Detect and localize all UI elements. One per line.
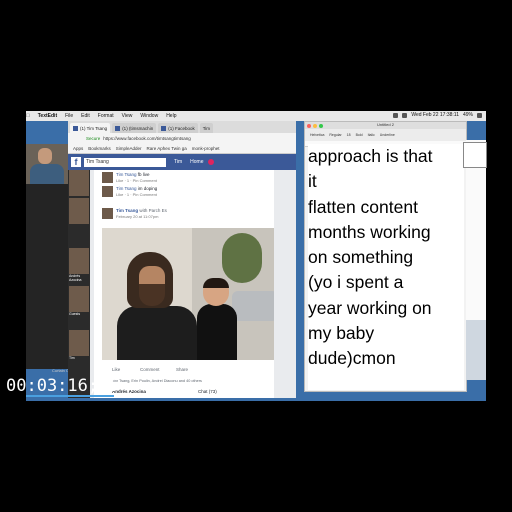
status-icon[interactable]: [393, 112, 399, 118]
post-author[interactable]: Tim Tsang with Parch Es: [116, 208, 167, 213]
post-photo[interactable]: [102, 228, 278, 360]
facebook-icon: [161, 125, 167, 131]
bookmark-apps[interactable]: Apps: [73, 146, 83, 151]
left-photo-strip: Andrés Azocina Guests Tim: [68, 170, 90, 398]
zoom-icon[interactable]: [319, 123, 323, 128]
menu-file[interactable]: File: [65, 113, 73, 119]
photo-tree: [222, 233, 262, 283]
avatar[interactable]: [102, 172, 113, 183]
side-label: Tim: [69, 356, 75, 360]
editor-titlebar: Untitled 2: [305, 122, 466, 129]
post-avatar[interactable]: [102, 208, 113, 219]
clock[interactable]: Wed Feb 22 17:38:11: [411, 112, 459, 118]
comments-card: Tim Tsang fb live Like · 1 · Pin Comment…: [94, 170, 274, 222]
baby-hair: [203, 278, 229, 288]
facebook-icon: [115, 125, 121, 131]
tab-label: (1) Facebook: [168, 125, 195, 131]
photo-thumb[interactable]: [69, 330, 89, 356]
chat-button[interactable]: Chat (73): [198, 389, 217, 394]
comment-author[interactable]: Tim Tsang im doping: [116, 186, 157, 191]
editor-title: Untitled 2: [377, 122, 394, 127]
photo-car: [232, 291, 278, 321]
menu-format[interactable]: Format: [98, 113, 114, 119]
photo-thumb[interactable]: [69, 198, 89, 224]
facebook-icon: [73, 125, 78, 131]
menu-app-name[interactable]: TextEdit: [38, 113, 57, 119]
tab-bar: (1) Tim Tsang (1) (timsmachin (1) Facebo…: [68, 121, 296, 133]
photo-man: [117, 252, 197, 360]
secure-label: Secure: [86, 135, 101, 141]
italic-button[interactable]: Italic: [368, 133, 375, 137]
apple-icon[interactable]: : [26, 113, 30, 119]
photo-thumb[interactable]: [69, 248, 89, 274]
reactions-summary[interactable]: Tim Tsang, Erin Poulin, Andrei Diaconu a…: [112, 379, 202, 383]
comment-meta[interactable]: Like · 1 · Pin Comment: [116, 178, 157, 183]
mac-menu-bar:  TextEdit File Edit Format View Window …: [26, 111, 486, 121]
man-body: [117, 306, 197, 360]
notification-badge[interactable]: [207, 159, 214, 165]
nav-home[interactable]: Home: [190, 159, 203, 165]
facebook-search-input[interactable]: Tim Tsang: [84, 157, 166, 167]
search-icon[interactable]: [477, 112, 482, 118]
editor-text-area[interactable]: approach is that it flatten content mont…: [308, 144, 464, 390]
timecode-progress-bar: [26, 395, 114, 397]
tab-2[interactable]: (1) (timsmachin: [112, 123, 157, 133]
tab-label: (1) Tim Tsang: [80, 125, 108, 131]
menu-view[interactable]: View: [122, 113, 133, 119]
side-label: Andrés Azocina: [69, 274, 82, 282]
photo-thumb[interactable]: [69, 170, 89, 196]
man-beard: [139, 284, 165, 306]
menu-edit[interactable]: Edit: [81, 113, 90, 119]
bookmark-simpleadder[interactable]: SimpleAdder: [116, 146, 142, 151]
bookmark-monk[interactable]: monk-prophet: [192, 146, 220, 151]
timecode: 00:03:16;06: [6, 376, 119, 396]
underline-button[interactable]: Underline: [380, 133, 395, 137]
webcam-person-head: [38, 148, 52, 164]
nav-user[interactable]: Tim: [174, 159, 182, 165]
browser-window: (1) Tim Tsang (1) (timsmachin (1) Facebo…: [68, 121, 296, 398]
menu-help[interactable]: Help: [166, 113, 176, 119]
minimize-icon[interactable]: [313, 123, 317, 128]
photo-thumb[interactable]: [69, 286, 89, 312]
comment-button[interactable]: Comment: [140, 367, 160, 372]
left-dark-column: [26, 184, 68, 369]
facebook-logo[interactable]: f: [71, 157, 81, 167]
bookmarks-bar: Apps Bookmarks SimpleAdder Rare Aphex Tw…: [68, 143, 296, 154]
photo-baby: [197, 278, 237, 360]
tab-1[interactable]: (1) Tim Tsang: [70, 123, 111, 133]
share-button[interactable]: Share: [176, 367, 188, 372]
slide-thumbnail[interactable]: [463, 142, 487, 168]
avatar[interactable]: [102, 186, 113, 197]
tab-label: (1) (timsmachin: [122, 125, 154, 131]
bookmark-bookmarks[interactable]: Bookmarks: [88, 146, 111, 151]
bold-button[interactable]: Bold: [356, 133, 363, 137]
menu-window[interactable]: Window: [140, 113, 158, 119]
font-family-select[interactable]: Helvetica: [310, 133, 324, 137]
font-size-select[interactable]: 18: [347, 133, 351, 137]
wifi-icon[interactable]: [402, 112, 408, 118]
menu-status-area: Wed Feb 22 17:38:11 49%: [393, 112, 482, 118]
like-button[interactable]: Like: [112, 367, 120, 372]
close-icon[interactable]: [307, 123, 311, 128]
baby-body: [197, 304, 237, 360]
browser-right-gutter: [274, 170, 296, 398]
font-style-select[interactable]: Regular: [329, 133, 341, 137]
textedit-window: Untitled 2 Helvetica Regular 18 Bold Ita…: [304, 121, 467, 392]
comment-author[interactable]: Tim Tsang fb live: [116, 172, 150, 177]
tab-3[interactable]: (1) Facebook: [158, 123, 198, 133]
comment-meta[interactable]: Like · 1 · Pin Comment: [116, 192, 157, 197]
bookmark-aphex[interactable]: Rare Aphex Twin ga: [147, 146, 187, 151]
tab-4[interactable]: Tim: [199, 123, 214, 133]
facebook-header: f Tim Tsang Tim Home: [68, 154, 296, 170]
webcam-person-body: [30, 164, 64, 184]
tab-label: Tim: [202, 125, 211, 131]
url-text[interactable]: https://www.facebook.com/timtsangtimtsan…: [103, 136, 191, 141]
webcam-feed: [26, 144, 68, 184]
address-bar[interactable]: Secure https://www.facebook.com/timtsang…: [68, 133, 296, 143]
post-date[interactable]: February 20 at 11:07pm: [116, 214, 158, 219]
right-window-lower: [466, 320, 486, 380]
side-label: Guests: [69, 312, 81, 316]
battery-percent[interactable]: 49%: [463, 112, 473, 118]
